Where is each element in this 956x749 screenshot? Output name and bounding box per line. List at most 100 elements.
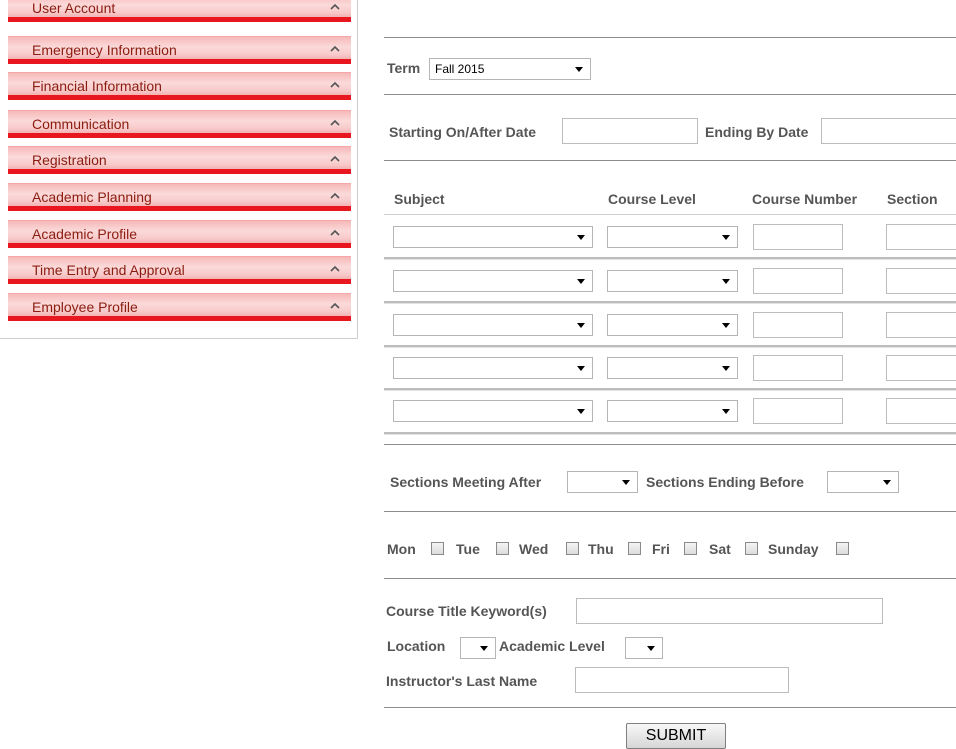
course-number-input[interactable] [753, 268, 843, 294]
end-date-input[interactable] [821, 118, 956, 144]
checkbox-mon[interactable] [431, 542, 444, 555]
chevron-up-icon [330, 155, 340, 162]
left-menu-panel: User Account Emergency Information Finan… [0, 0, 358, 339]
day-label-sunday: Sunday [768, 541, 819, 557]
menu-item-label: Academic Planning [32, 189, 152, 205]
menu-item-financial-information[interactable]: Financial Information [8, 72, 351, 100]
divider [384, 37, 956, 38]
location-select[interactable] [460, 637, 496, 659]
chevron-up-icon [330, 229, 340, 236]
caret-down-icon [722, 279, 730, 284]
caret-down-icon [883, 480, 891, 485]
checkbox-thu[interactable] [628, 542, 641, 555]
caret-down-icon [722, 409, 730, 414]
course-level-header: Course Level [608, 191, 696, 207]
caret-down-icon [577, 409, 585, 414]
section-input[interactable] [886, 224, 956, 250]
course-level-select[interactable] [607, 270, 738, 292]
instructor-input[interactable] [575, 667, 789, 693]
course-number-input[interactable] [753, 224, 843, 250]
instructor-label: Instructor's Last Name [386, 673, 538, 689]
meeting-after-label: Sections Meeting After [390, 474, 542, 490]
menu-item-employee-profile[interactable]: Employee Profile [8, 293, 351, 321]
academic-level-select[interactable] [625, 637, 663, 659]
menu-item-academic-profile[interactable]: Academic Profile [8, 220, 351, 248]
start-date-label: Starting On/After Date [389, 124, 537, 140]
checkbox-sat[interactable] [745, 542, 758, 555]
caret-down-icon [577, 366, 585, 371]
menu-item-label: Time Entry and Approval [32, 262, 185, 278]
day-label-sat: Sat [709, 541, 731, 557]
menu-item-registration[interactable]: Registration [8, 146, 351, 174]
row-divider [384, 345, 956, 348]
divider [384, 444, 956, 445]
subject-select[interactable] [393, 226, 593, 248]
divider [384, 707, 956, 708]
caret-down-icon [722, 366, 730, 371]
section-input[interactable] [886, 355, 956, 381]
divider [384, 511, 956, 512]
caret-down-icon [480, 646, 488, 651]
course-level-select[interactable] [607, 314, 738, 336]
subject-select[interactable] [393, 314, 593, 336]
chevron-up-icon [330, 265, 340, 272]
caret-down-icon [722, 235, 730, 240]
day-label-wed: Wed [519, 541, 549, 557]
menu-item-label: User Account [32, 0, 116, 16]
checkbox-tue[interactable] [496, 542, 509, 555]
chevron-up-icon [330, 45, 340, 52]
submit-button[interactable]: SUBMIT [626, 723, 726, 749]
menu-item-emergency-information[interactable]: Emergency Information [8, 36, 351, 64]
menu-item-communication[interactable]: Communication [8, 110, 351, 138]
checkbox-wed[interactable] [566, 542, 579, 555]
caret-down-icon [577, 279, 585, 284]
row-divider [384, 301, 956, 304]
menu-item-label: Academic Profile [32, 226, 138, 242]
day-label-tue: Tue [456, 541, 480, 557]
course-level-select[interactable] [607, 357, 738, 379]
keyword-input[interactable] [576, 598, 883, 624]
caret-down-icon [622, 480, 630, 485]
menu-item-label: Employee Profile [32, 299, 138, 315]
row-divider [384, 432, 956, 435]
course-number-input[interactable] [753, 398, 843, 424]
subject-select[interactable] [393, 270, 593, 292]
subject-select[interactable] [393, 400, 593, 422]
academic-level-label: Academic Level [499, 638, 605, 654]
keyword-label: Course Title Keyword(s) [386, 603, 547, 619]
meeting-after-select[interactable] [567, 471, 638, 493]
day-label-mon: Mon [387, 541, 416, 557]
checkbox-fri[interactable] [684, 542, 697, 555]
section-header: Section [887, 191, 938, 207]
section-input[interactable] [886, 398, 956, 424]
course-number-input[interactable] [753, 355, 843, 381]
term-label: Term [387, 60, 421, 76]
chevron-up-icon [330, 81, 340, 88]
checkbox-sunday[interactable] [836, 542, 849, 555]
menu-item-user-account[interactable]: User Account [8, 0, 351, 22]
divider [384, 578, 956, 579]
section-input[interactable] [886, 268, 956, 294]
location-label: Location [387, 638, 446, 654]
term-select[interactable]: Fall 2015 [429, 58, 591, 80]
table-header-divider [384, 214, 956, 215]
course-level-select[interactable] [607, 400, 738, 422]
course-number-input[interactable] [753, 312, 843, 338]
menu-item-academic-planning[interactable]: Academic Planning [8, 183, 351, 211]
ending-before-label: Sections Ending Before [646, 474, 804, 490]
divider [384, 94, 956, 95]
section-input[interactable] [886, 312, 956, 338]
term-select-value: Fall 2015 [435, 62, 485, 76]
subject-select[interactable] [393, 357, 593, 379]
ending-before-select[interactable] [827, 471, 899, 493]
course-number-header: Course Number [752, 191, 858, 207]
menu-item-time-entry-and-approval[interactable]: Time Entry and Approval [8, 256, 351, 284]
menu-item-label: Communication [32, 116, 130, 132]
chevron-up-icon [330, 192, 340, 199]
divider [384, 160, 956, 161]
day-label-fri: Fri [652, 541, 670, 557]
caret-down-icon [722, 323, 730, 328]
chevron-up-icon [330, 119, 340, 126]
start-date-input[interactable] [562, 118, 698, 144]
course-level-select[interactable] [607, 226, 738, 248]
